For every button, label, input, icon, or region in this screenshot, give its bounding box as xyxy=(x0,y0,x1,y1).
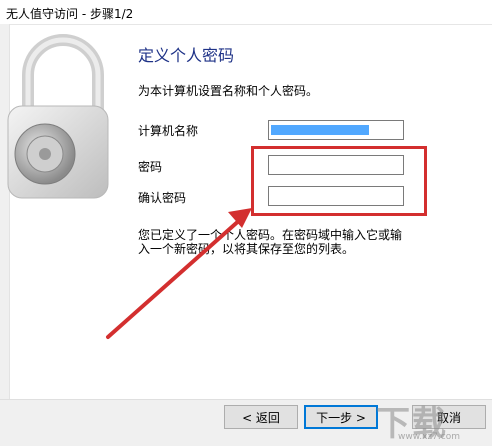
info-line-2: 入一个新密码，以将其保存至您的列表。 xyxy=(138,242,355,256)
computer-name-redacted xyxy=(271,125,369,135)
padlock-icon xyxy=(7,34,109,199)
page-heading: 定义个人密码 xyxy=(138,46,235,65)
password-label: 密码 xyxy=(138,160,163,174)
back-button[interactable]: < 返回 xyxy=(224,405,298,429)
info-text: 您已定义了一个个人密码。在密码域中输入它或输 入一个新密码，以将其保存至您的列表… xyxy=(138,228,418,256)
site-watermark: 下载 www.xz7.com xyxy=(368,396,492,445)
title-bar: 无人值守访问 - 步骤1/2 xyxy=(0,0,492,25)
computer-name-label: 计算机名称 xyxy=(138,124,199,138)
info-line-1: 您已定义了一个个人密码。在密码域中输入它或输 xyxy=(138,228,403,242)
confirm-password-label: 确认密码 xyxy=(138,191,187,205)
computer-name-field[interactable] xyxy=(268,120,404,140)
next-button[interactable]: 下一步 > xyxy=(304,405,378,429)
highlight-annotation-box xyxy=(251,146,427,216)
watermark-sub: www.xz7.com xyxy=(398,432,460,442)
window-title: 无人值守访问 - 步骤1/2 xyxy=(6,7,134,21)
page-description: 为本计算机设置名称和个人密码。 xyxy=(138,84,319,98)
